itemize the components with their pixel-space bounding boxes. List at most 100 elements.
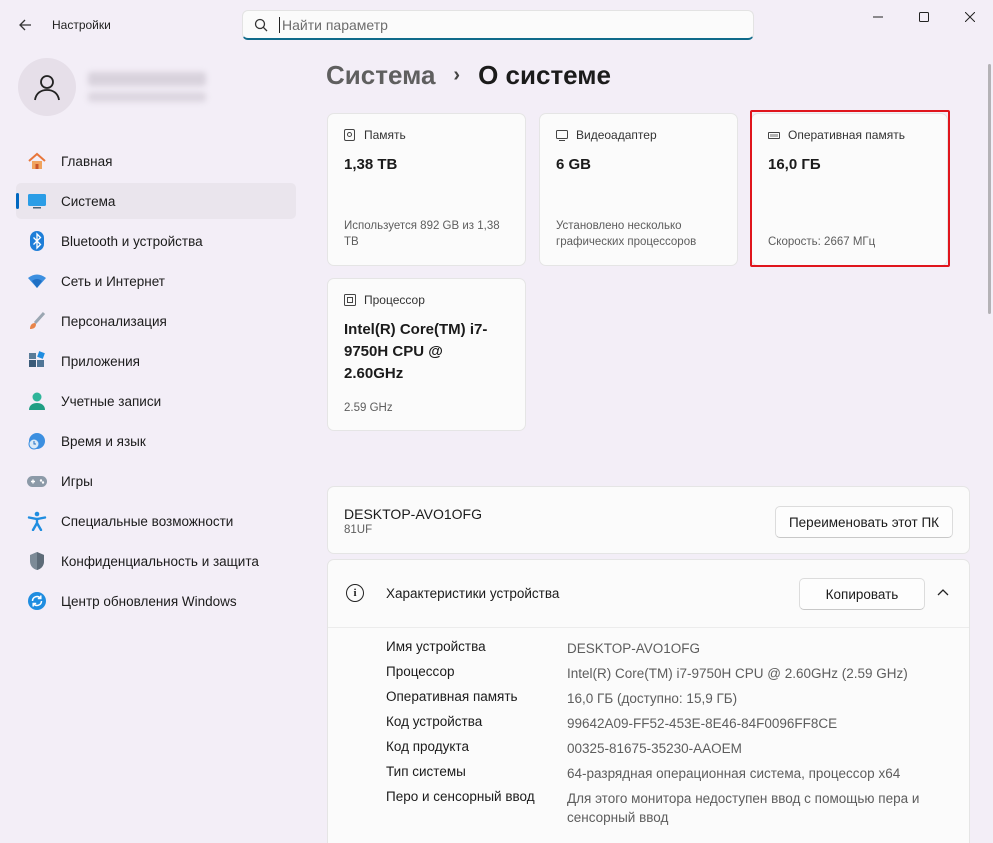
gpu-icon	[556, 129, 568, 141]
spec-row: Оперативная память 16,0 ГБ (доступно: 15…	[386, 689, 947, 708]
apps-icon	[26, 351, 48, 371]
gpu-value: 6 GB	[556, 156, 592, 173]
sidebar-item-network[interactable]: Сеть и Интернет	[16, 263, 296, 299]
shield-icon	[26, 551, 48, 571]
storage-footer: Используется 892 GB из 1,38 TB	[344, 220, 500, 248]
user-icon	[34, 75, 60, 101]
sidebar-item-time-language[interactable]: Время и язык	[16, 423, 296, 459]
sidebar-nav: Главная Система Bluetooth и устройства С…	[16, 143, 296, 623]
spec-value: Для этого монитора недоступен ввод с пом…	[567, 791, 920, 825]
gamepad-icon	[26, 471, 48, 491]
update-icon	[26, 591, 48, 611]
specs-header[interactable]: i Характеристики устройства Копировать	[328, 560, 969, 628]
device-specifications: i Характеристики устройства Копировать И…	[327, 559, 970, 843]
spec-value: 00325-81675-35230-AAOEM	[567, 741, 742, 756]
specs-title: Характеристики устройства	[386, 586, 560, 601]
spec-value: 16,0 ГБ (доступно: 15,9 ГБ)	[567, 691, 738, 706]
sidebar-item-label: Специальные возможности	[61, 513, 234, 529]
accessibility-icon	[26, 511, 48, 531]
sidebar-item-accounts[interactable]: Учетные записи	[16, 383, 296, 419]
sidebar-item-label: Главная	[61, 153, 113, 169]
cpu-value: Intel(R) Core(TM) i7-9750H CPU @ 2.60GHz	[344, 321, 488, 382]
brush-icon	[26, 311, 48, 331]
sidebar-item-system[interactable]: Система	[16, 183, 296, 219]
home-icon	[26, 151, 48, 171]
spec-row: Код устройства 99642A09-FF52-453E-8E46-8…	[386, 714, 947, 733]
sidebar-item-label: Bluetooth и устройства	[61, 233, 203, 249]
bluetooth-icon	[26, 231, 48, 251]
profile-name-blurred	[88, 72, 206, 86]
back-button[interactable]	[10, 11, 40, 39]
spec-value: 99642A09-FF52-453E-8E46-84F0096FF8CE	[567, 716, 838, 731]
sidebar-item-apps[interactable]: Приложения	[16, 343, 296, 379]
storage-label: Память	[364, 128, 406, 142]
maximize-icon	[919, 12, 929, 22]
time-language-icon	[26, 431, 48, 451]
sidebar-item-label: Центр обновления Windows	[61, 593, 237, 609]
breadcrumb-parent[interactable]: Система	[326, 60, 435, 91]
sidebar-item-accessibility[interactable]: Специальные возможности	[16, 503, 296, 539]
spec-row: Перо и сенсорный ввод Для этого монитора…	[386, 789, 937, 827]
spec-row: Процессор Intel(R) Core(TM) i7-9750H CPU…	[386, 664, 947, 683]
collapse-button[interactable]	[931, 580, 955, 604]
storage-icon	[344, 129, 356, 141]
profile-email-blurred	[88, 92, 206, 102]
spec-key: Оперативная память	[386, 689, 518, 704]
minimize-icon	[873, 16, 883, 18]
wifi-icon	[26, 271, 48, 291]
spec-key: Процессор	[386, 664, 455, 679]
ram-icon	[768, 129, 780, 141]
spec-value: DESKTOP-AVO1OFG	[567, 641, 701, 656]
info-icon: i	[346, 584, 364, 602]
page-title: О системе	[478, 60, 611, 90]
sidebar-item-label: Система	[61, 193, 116, 209]
copy-button[interactable]: Копировать	[799, 578, 925, 610]
ram-label: Оперативная память	[788, 128, 905, 142]
close-button[interactable]	[947, 0, 993, 34]
spec-row: Тип системы 64-разрядная операционная си…	[386, 764, 947, 783]
minimize-button[interactable]	[855, 0, 901, 34]
sidebar-item-gaming[interactable]: Игры	[16, 463, 296, 499]
device-name: DESKTOP-AVO1OFG	[344, 506, 482, 522]
search-box[interactable]	[242, 10, 754, 40]
spec-key: Имя устройства	[386, 639, 486, 654]
spec-value: 64-разрядная операционная система, проце…	[567, 766, 901, 781]
sidebar-item-privacy[interactable]: Конфиденциальность и защита	[16, 543, 296, 579]
sidebar-item-label: Конфиденциальность и защита	[61, 553, 259, 569]
sidebar-item-label: Игры	[61, 473, 93, 489]
cpu-footer: 2.59 GHz	[344, 402, 393, 414]
gpu-label: Видеоадаптер	[576, 128, 657, 142]
scrollbar[interactable]	[988, 64, 991, 314]
search-input[interactable]	[279, 16, 753, 33]
ram-footer: Скорость: 2667 МГц	[768, 236, 876, 248]
device-model: 81UF	[344, 524, 373, 536]
arrow-left-icon	[19, 19, 31, 31]
avatar[interactable]	[18, 58, 76, 116]
spec-key: Тип системы	[386, 764, 466, 779]
sidebar-item-label: Учетные записи	[61, 393, 162, 409]
spec-key: Перо и сенсорный ввод	[386, 789, 535, 804]
spec-value: Intel(R) Core(TM) i7-9750H CPU @ 2.60GHz…	[567, 666, 908, 681]
sidebar-item-bluetooth[interactable]: Bluetooth и устройства	[16, 223, 296, 259]
gpu-card[interactable]: Видеоадаптер 6 GB Установлено несколько …	[539, 113, 738, 266]
sidebar-item-windows-update[interactable]: Центр обновления Windows	[16, 583, 296, 619]
cpu-icon	[344, 294, 356, 306]
breadcrumb-separator: ›	[453, 64, 461, 86]
maximize-button[interactable]	[901, 0, 947, 34]
sidebar-item-home[interactable]: Главная	[16, 143, 296, 179]
device-name-card: DESKTOP-AVO1OFG 81UF Переименовать этот …	[327, 486, 970, 554]
sidebar-item-label: Приложения	[61, 353, 140, 369]
sidebar-item-personalization[interactable]: Персонализация	[16, 303, 296, 339]
sidebar-item-label: Время и язык	[61, 433, 146, 449]
ram-card[interactable]: Оперативная память 16,0 ГБ Скорость: 266…	[751, 113, 948, 266]
rename-pc-button[interactable]: Переименовать этот ПК	[775, 506, 953, 538]
spec-row: Код продукта 00325-81675-35230-AAOEM	[386, 739, 947, 758]
storage-card[interactable]: Память 1,38 TB Используется 892 GB из 1,…	[327, 113, 526, 266]
spec-key: Код продукта	[386, 739, 469, 754]
spec-row: Имя устройства DESKTOP-AVO1OFG	[386, 639, 947, 658]
breadcrumb: Система › О системе	[326, 60, 611, 91]
search-icon	[243, 18, 279, 32]
app-title: Настройки	[52, 18, 111, 32]
cpu-card[interactable]: Процессор Intel(R) Core(TM) i7-9750H CPU…	[327, 278, 526, 431]
account-icon	[26, 391, 48, 411]
